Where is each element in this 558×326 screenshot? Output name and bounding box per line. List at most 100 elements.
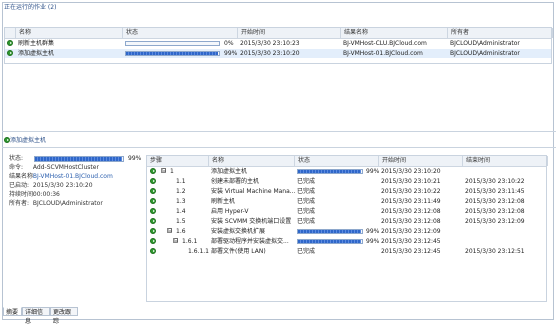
completed-status-icon <box>150 208 156 214</box>
step-name: 启用 Hyper-V <box>211 208 249 215</box>
col-name[interactable]: 名称 <box>16 28 123 38</box>
step-number: 1.2 <box>176 188 186 195</box>
splitter[interactable] <box>2 131 556 132</box>
step-status: 已完成 <box>297 188 316 195</box>
col-step-end[interactable]: 结束时间 <box>463 156 548 166</box>
job-row[interactable]: 添加虚拟主机 99% 2015/3/30 23:10:20 BJ-VMHost-01.… <box>5 49 551 58</box>
detail-progress-bar <box>34 156 124 162</box>
tab-change-tracking[interactable]: 更改跟踪 <box>50 307 78 325</box>
step-start: 2015/3/30 23:12:09 <box>381 228 441 235</box>
col-step-name[interactable]: 名称 <box>209 156 295 166</box>
step-status: 99% <box>366 228 379 235</box>
job-progress-text: 0% <box>224 40 234 47</box>
detail-divider <box>2 147 556 148</box>
completed-status-icon <box>150 188 156 194</box>
running-status-icon <box>7 40 13 46</box>
steps-grid-header: 步骤 名称 状态 开始时间 结束时间 <box>147 156 548 167</box>
step-name: 安装虚拟交换机扩展 <box>211 228 266 235</box>
step-start: 2015/3/30 23:10:21 <box>381 178 441 185</box>
step-progress-fill <box>298 170 362 173</box>
step-status: 99% <box>366 238 379 245</box>
step-name: 刷新主机 <box>211 198 236 205</box>
col-owner[interactable]: 所有者 <box>448 28 553 38</box>
job-start: 2015/3/30 23:10:20 <box>240 50 300 57</box>
running-status-icon <box>7 50 13 56</box>
step-status: 已完成 <box>297 198 316 205</box>
col-start[interactable]: 开始时间 <box>238 28 341 38</box>
step-status: 已完成 <box>297 178 316 185</box>
step-start: 2015/3/30 23:10:20 <box>381 168 441 175</box>
step-number: 1 <box>170 168 174 175</box>
step-row[interactable]: 1.4 启用 Hyper-V 已完成 2015/3/30 23:12:08 2015/3… <box>147 207 546 216</box>
step-row[interactable]: ⊟ 1 添加虚拟主机 99% 2015/3/30 23:10:20 <box>147 167 546 176</box>
detail-status: 状态: <box>9 155 31 163</box>
step-status: 已完成 <box>297 218 316 225</box>
step-row[interactable]: 1.1 创建未部署的主机 已完成 2015/3/30 23:10:21 2015/3/3… <box>147 177 546 186</box>
step-start: 2015/3/30 23:12:08 <box>381 218 441 225</box>
step-end <box>463 237 548 246</box>
step-end: 2015/3/30 23:12:51 <box>465 248 525 255</box>
step-row[interactable]: 1.5 安装 SCVMM 交换机端口设置 已完成 2015/3/30 23:12:08… <box>147 217 546 226</box>
window-title: 正在运行的作业 (2) <box>4 4 57 11</box>
step-progress-bar <box>297 169 363 174</box>
completed-status-icon <box>150 198 156 204</box>
step-progress-fill <box>298 240 362 243</box>
step-status: 99% <box>366 168 379 175</box>
tab-summary[interactable]: 摘要 <box>3 307 22 316</box>
job-name: 添加虚拟主机 <box>18 50 55 57</box>
step-name: 部署文件(使用 LAN) <box>211 248 266 255</box>
step-number: 1.5 <box>176 218 186 225</box>
step-end <box>463 167 548 176</box>
job-owner: BJCLOUD\Administrator <box>450 50 520 57</box>
tree-collapse-icon[interactable]: ⊟ <box>167 228 172 234</box>
step-start: 2015/3/30 23:12:45 <box>381 238 441 245</box>
step-row[interactable]: 1.6.1.1 部署文件(使用 LAN) 已完成 2015/3/30 23:12:45… <box>147 247 546 256</box>
completed-status-icon <box>150 248 156 254</box>
completed-status-icon <box>150 218 156 224</box>
col-result[interactable]: 结果名称 <box>341 28 448 38</box>
step-row[interactable]: ⊟ 1.6 安装虚拟交换机扩展 99% 2015/3/30 23:12:09 <box>147 227 546 236</box>
command-value: Add-SCVMHostCluster <box>32 164 99 171</box>
step-start: 2015/3/30 23:10:22 <box>381 188 441 195</box>
step-name: 安装 SCVMM 交换机端口设置 <box>211 218 292 225</box>
step-name: 添加虚拟主机 <box>211 168 248 175</box>
col-icon <box>5 28 16 38</box>
step-number: 1.1 <box>176 178 186 185</box>
running-status-icon <box>150 238 156 244</box>
step-progress-bar <box>297 239 363 244</box>
step-start: 2015/3/30 23:11:49 <box>381 198 441 205</box>
job-progress-text: 99% <box>224 50 238 57</box>
running-status-icon <box>150 168 156 174</box>
job-progress-fill <box>126 52 219 55</box>
job-result: BJ-VMHost-CLU.BJCloud.com <box>343 40 427 47</box>
tree-collapse-icon[interactable]: ⊟ <box>161 168 166 174</box>
detail-duration: 持续时间: 00:00:36 <box>9 191 60 198</box>
job-progress-bar <box>125 51 220 56</box>
result-link[interactable]: BJ-VMHost-01.BJCloud.com <box>33 173 113 180</box>
job-row[interactable]: 刷新主机群集 0% 2015/3/30 23:10:23 BJ-VMHost-CLU.… <box>5 39 551 48</box>
step-progress-fill <box>298 230 362 233</box>
step-row[interactable]: ⊟ 1.6.1 部署驱动程序并安装虚拟交... 99% 2015/3/30 23:12:… <box>147 237 546 246</box>
col-status[interactable]: 状态 <box>123 28 238 38</box>
step-status: 已完成 <box>297 248 316 255</box>
col-step[interactable]: 步骤 <box>147 156 209 166</box>
step-number: 1.3 <box>176 198 186 205</box>
detail-result: 结果名称: BJ-VMHost-01.BJCloud.com <box>9 173 113 180</box>
col-step-start[interactable]: 开始时间 <box>379 156 463 166</box>
tab-details[interactable]: 详细信息 <box>22 307 50 325</box>
completed-status-icon <box>150 178 156 184</box>
step-name: 安装 Virtual Machine Mana... <box>211 188 295 195</box>
detail-title: 添加虚拟主机 <box>10 137 47 144</box>
step-end <box>463 227 548 236</box>
col-step-status[interactable]: 状态 <box>295 156 379 166</box>
step-row[interactable]: 1.2 安装 Virtual Machine Mana... 已完成 2015/3/3… <box>147 187 546 196</box>
detail-progress-text: 99% <box>128 155 142 162</box>
job-progress-bar <box>125 41 220 46</box>
step-row[interactable]: 1.3 刷新主机 已完成 2015/3/30 23:11:49 2015/3/30 23… <box>147 197 546 206</box>
tree-collapse-icon[interactable]: ⊟ <box>173 238 178 244</box>
step-status: 已完成 <box>297 208 316 215</box>
detail-owner: 所有者: BJCLOUD\Administrator <box>9 200 103 207</box>
job-result: BJ-VMHost-01.BJCloud.com <box>343 50 423 57</box>
detail-command: 命令: Add-SCVMHostCluster <box>9 164 99 171</box>
job-start: 2015/3/30 23:10:23 <box>240 40 300 47</box>
